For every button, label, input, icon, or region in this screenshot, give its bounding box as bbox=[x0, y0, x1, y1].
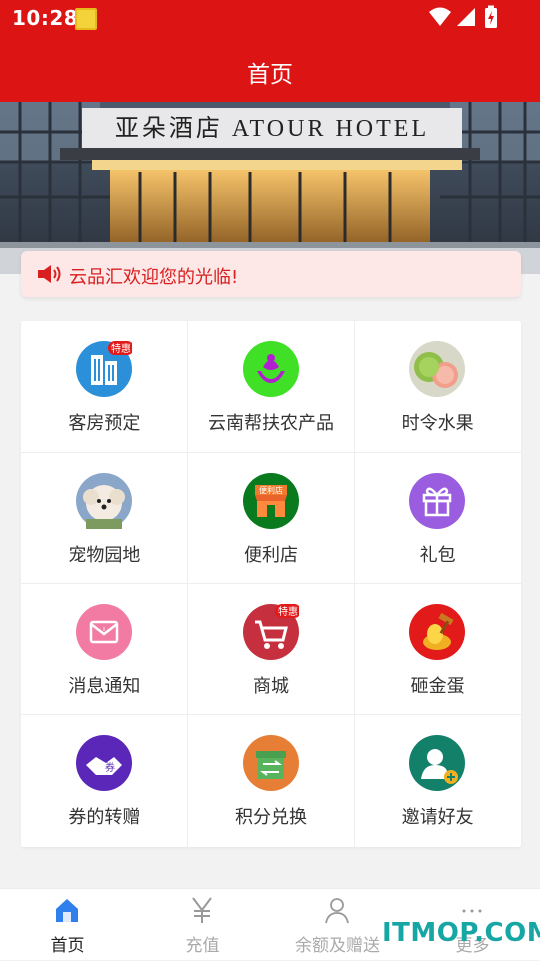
yen-icon bbox=[192, 897, 212, 923]
watermark-text: ITMOP.COM bbox=[382, 918, 540, 948]
status-time: 10:28 bbox=[12, 6, 79, 30]
golden-egg-icon bbox=[409, 604, 466, 660]
feature-grid: 特惠 客房预定 云南帮扶农产品 时令水果 宠物园地 便利店 便利店 礼包 ! 消… bbox=[21, 321, 521, 847]
speaker-icon bbox=[38, 265, 61, 283]
store-sign-text: 便利店 bbox=[259, 485, 283, 495]
menu-item-label: 邀请好友 bbox=[401, 807, 474, 828]
menu-item-gift-pack[interactable]: 礼包 bbox=[354, 453, 521, 585]
menu-item-message-notice[interactable]: ! 消息通知 bbox=[21, 584, 188, 716]
page-title: 首页 bbox=[247, 62, 293, 88]
status-bar: 10:28 bbox=[0, 0, 540, 36]
menu-item-label: 云南帮扶农产品 bbox=[207, 413, 334, 434]
menu-item-golden-egg[interactable]: 砸金蛋 bbox=[354, 584, 521, 716]
gift-icon bbox=[409, 472, 466, 529]
message-icon: ! bbox=[76, 604, 132, 660]
hotel-banner[interactable]: 亚朵酒店 ATOUR HOTEL bbox=[0, 102, 540, 274]
badge-special-offer: 特惠 bbox=[111, 342, 131, 355]
hotel-room-icon: 特惠 bbox=[76, 341, 132, 397]
tab-label: 首页 bbox=[50, 936, 85, 956]
battery-charging-icon bbox=[485, 5, 497, 28]
menu-item-label: 商城 bbox=[252, 676, 289, 697]
menu-item-label: 时令水果 bbox=[401, 413, 474, 434]
coupon-transfer-icon: 券 bbox=[76, 735, 132, 791]
hotel-sign-text: 亚朵酒店 ATOUR HOTEL bbox=[115, 115, 429, 142]
signal-icon bbox=[457, 8, 475, 26]
menu-item-label: 客房预定 bbox=[68, 413, 141, 434]
menu-item-label: 宠物园地 bbox=[68, 544, 141, 566]
menu-item-mall[interactable]: 特惠 商城 bbox=[188, 584, 355, 716]
tab-label: 充值 bbox=[185, 936, 220, 956]
menu-item-label: 砸金蛋 bbox=[410, 676, 465, 697]
menu-item-points-exchange[interactable]: 积分兑换 bbox=[188, 715, 355, 847]
menu-item-room-booking[interactable]: 特惠 客房预定 bbox=[21, 321, 188, 453]
badge-special-offer: 特惠 bbox=[278, 605, 298, 618]
menu-item-pet-garden[interactable]: 宠物园地 bbox=[21, 453, 188, 585]
svg-text:!: ! bbox=[102, 626, 105, 635]
user-icon bbox=[325, 898, 349, 924]
menu-item-label: 券的转赠 bbox=[68, 807, 141, 828]
menu-item-label: 消息通知 bbox=[68, 676, 141, 697]
welcome-notice[interactable]: 云品汇欢迎您的光临! bbox=[21, 251, 521, 297]
tab-home[interactable]: 首页 bbox=[0, 889, 135, 961]
menu-item-invite-friend[interactable]: 邀请好友 bbox=[354, 715, 521, 847]
points-exchange-icon bbox=[242, 735, 299, 791]
pet-icon bbox=[76, 472, 132, 529]
fruit-icon bbox=[409, 341, 466, 397]
menu-item-seasonal-fruit[interactable]: 时令水果 bbox=[354, 321, 521, 453]
menu-item-label: 便利店 bbox=[243, 544, 298, 566]
farm-products-icon bbox=[242, 341, 299, 397]
wifi-icon bbox=[429, 7, 451, 26]
invite-friend-icon bbox=[409, 735, 466, 791]
menu-item-coupon-transfer[interactable]: 券 券的转赠 bbox=[21, 715, 188, 847]
menu-item-farm-products[interactable]: 云南帮扶农产品 bbox=[188, 321, 355, 453]
shopping-cart-icon: 特惠 bbox=[242, 604, 299, 660]
menu-item-label: 积分兑换 bbox=[234, 807, 307, 828]
home-icon bbox=[56, 899, 78, 922]
app-notification-icon bbox=[75, 8, 97, 30]
menu-item-label: 礼包 bbox=[419, 544, 456, 566]
convenience-store-icon: 便利店 bbox=[242, 472, 299, 529]
notice-text: 云品汇欢迎您的光临! bbox=[69, 267, 239, 288]
menu-item-convenience-store[interactable]: 便利店 便利店 bbox=[188, 453, 355, 585]
app-bar: 首页 bbox=[0, 36, 540, 102]
coupon-text: 券 bbox=[105, 761, 115, 774]
tab-recharge[interactable]: 充值 bbox=[135, 889, 270, 961]
